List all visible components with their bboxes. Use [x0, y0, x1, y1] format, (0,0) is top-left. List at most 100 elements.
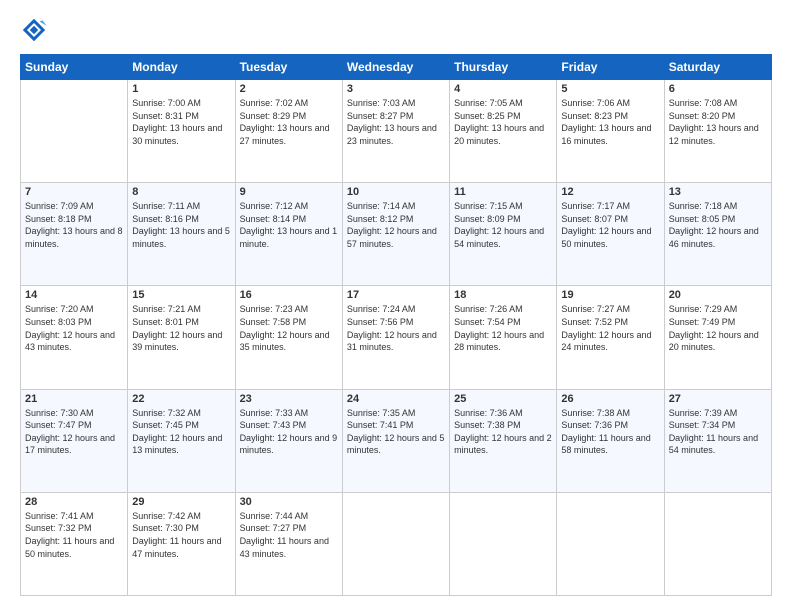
sunrise-text: Sunrise: 7:12 AM: [240, 200, 338, 213]
calendar-cell: 16 Sunrise: 7:23 AM Sunset: 7:58 PM Dayl…: [235, 286, 342, 389]
daylight-text: Daylight: 12 hours and 43 minutes.: [25, 329, 123, 354]
sunset-text: Sunset: 7:32 PM: [25, 522, 123, 535]
calendar-cell: 7 Sunrise: 7:09 AM Sunset: 8:18 PM Dayli…: [21, 183, 128, 286]
cell-info: Sunrise: 7:02 AM Sunset: 8:29 PM Dayligh…: [240, 97, 338, 147]
sunset-text: Sunset: 7:45 PM: [132, 419, 230, 432]
daylight-text: Daylight: 13 hours and 8 minutes.: [25, 225, 123, 250]
daylight-text: Daylight: 13 hours and 12 minutes.: [669, 122, 767, 147]
sunrise-text: Sunrise: 7:09 AM: [25, 200, 123, 213]
sunrise-text: Sunrise: 7:03 AM: [347, 97, 445, 110]
cell-info: Sunrise: 7:23 AM Sunset: 7:58 PM Dayligh…: [240, 303, 338, 353]
sunset-text: Sunset: 8:16 PM: [132, 213, 230, 226]
cell-info: Sunrise: 7:17 AM Sunset: 8:07 PM Dayligh…: [561, 200, 659, 250]
cell-info: Sunrise: 7:29 AM Sunset: 7:49 PM Dayligh…: [669, 303, 767, 353]
cell-info: Sunrise: 7:42 AM Sunset: 7:30 PM Dayligh…: [132, 510, 230, 560]
cell-info: Sunrise: 7:36 AM Sunset: 7:38 PM Dayligh…: [454, 407, 552, 457]
calendar-table: SundayMondayTuesdayWednesdayThursdayFrid…: [20, 54, 772, 596]
day-number: 1: [132, 83, 230, 95]
weekday-header-sunday: Sunday: [21, 55, 128, 80]
sunrise-text: Sunrise: 7:27 AM: [561, 303, 659, 316]
sunset-text: Sunset: 7:30 PM: [132, 522, 230, 535]
calendar-cell: 8 Sunrise: 7:11 AM Sunset: 8:16 PM Dayli…: [128, 183, 235, 286]
calendar-cell: 24 Sunrise: 7:35 AM Sunset: 7:41 PM Dayl…: [342, 389, 449, 492]
sunset-text: Sunset: 8:07 PM: [561, 213, 659, 226]
sunrise-text: Sunrise: 7:11 AM: [132, 200, 230, 213]
cell-info: Sunrise: 7:33 AM Sunset: 7:43 PM Dayligh…: [240, 407, 338, 457]
daylight-text: Daylight: 12 hours and 2 minutes.: [454, 432, 552, 457]
sunrise-text: Sunrise: 7:20 AM: [25, 303, 123, 316]
sunrise-text: Sunrise: 7:23 AM: [240, 303, 338, 316]
day-number: 22: [132, 393, 230, 405]
calendar-cell: 29 Sunrise: 7:42 AM Sunset: 7:30 PM Dayl…: [128, 492, 235, 595]
sunrise-text: Sunrise: 7:15 AM: [454, 200, 552, 213]
calendar-cell: 22 Sunrise: 7:32 AM Sunset: 7:45 PM Dayl…: [128, 389, 235, 492]
calendar-week-2: 7 Sunrise: 7:09 AM Sunset: 8:18 PM Dayli…: [21, 183, 772, 286]
day-number: 25: [454, 393, 552, 405]
sunset-text: Sunset: 8:09 PM: [454, 213, 552, 226]
calendar-cell: 28 Sunrise: 7:41 AM Sunset: 7:32 PM Dayl…: [21, 492, 128, 595]
calendar-cell: 5 Sunrise: 7:06 AM Sunset: 8:23 PM Dayli…: [557, 80, 664, 183]
daylight-text: Daylight: 11 hours and 43 minutes.: [240, 535, 338, 560]
weekday-header-row: SundayMondayTuesdayWednesdayThursdayFrid…: [21, 55, 772, 80]
calendar-cell: 19 Sunrise: 7:27 AM Sunset: 7:52 PM Dayl…: [557, 286, 664, 389]
sunrise-text: Sunrise: 7:14 AM: [347, 200, 445, 213]
calendar-cell: [21, 80, 128, 183]
day-number: 10: [347, 186, 445, 198]
daylight-text: Daylight: 12 hours and 39 minutes.: [132, 329, 230, 354]
calendar-cell: 18 Sunrise: 7:26 AM Sunset: 7:54 PM Dayl…: [450, 286, 557, 389]
sunset-text: Sunset: 8:20 PM: [669, 110, 767, 123]
weekday-header-saturday: Saturday: [664, 55, 771, 80]
sunrise-text: Sunrise: 7:21 AM: [132, 303, 230, 316]
daylight-text: Daylight: 12 hours and 46 minutes.: [669, 225, 767, 250]
sunrise-text: Sunrise: 7:30 AM: [25, 407, 123, 420]
sunset-text: Sunset: 8:05 PM: [669, 213, 767, 226]
weekday-header-wednesday: Wednesday: [342, 55, 449, 80]
cell-info: Sunrise: 7:08 AM Sunset: 8:20 PM Dayligh…: [669, 97, 767, 147]
daylight-text: Daylight: 12 hours and 17 minutes.: [25, 432, 123, 457]
cell-info: Sunrise: 7:05 AM Sunset: 8:25 PM Dayligh…: [454, 97, 552, 147]
cell-info: Sunrise: 7:11 AM Sunset: 8:16 PM Dayligh…: [132, 200, 230, 250]
calendar-cell: 26 Sunrise: 7:38 AM Sunset: 7:36 PM Dayl…: [557, 389, 664, 492]
cell-info: Sunrise: 7:00 AM Sunset: 8:31 PM Dayligh…: [132, 97, 230, 147]
daylight-text: Daylight: 12 hours and 50 minutes.: [561, 225, 659, 250]
daylight-text: Daylight: 11 hours and 54 minutes.: [669, 432, 767, 457]
day-number: 15: [132, 289, 230, 301]
cell-info: Sunrise: 7:03 AM Sunset: 8:27 PM Dayligh…: [347, 97, 445, 147]
calendar-cell: [450, 492, 557, 595]
day-number: 21: [25, 393, 123, 405]
sunset-text: Sunset: 7:34 PM: [669, 419, 767, 432]
day-number: 29: [132, 496, 230, 508]
sunset-text: Sunset: 8:12 PM: [347, 213, 445, 226]
cell-info: Sunrise: 7:35 AM Sunset: 7:41 PM Dayligh…: [347, 407, 445, 457]
daylight-text: Daylight: 12 hours and 54 minutes.: [454, 225, 552, 250]
weekday-header-thursday: Thursday: [450, 55, 557, 80]
day-number: 19: [561, 289, 659, 301]
sunrise-text: Sunrise: 7:26 AM: [454, 303, 552, 316]
cell-info: Sunrise: 7:14 AM Sunset: 8:12 PM Dayligh…: [347, 200, 445, 250]
sunrise-text: Sunrise: 7:02 AM: [240, 97, 338, 110]
cell-info: Sunrise: 7:20 AM Sunset: 8:03 PM Dayligh…: [25, 303, 123, 353]
cell-info: Sunrise: 7:26 AM Sunset: 7:54 PM Dayligh…: [454, 303, 552, 353]
daylight-text: Daylight: 12 hours and 20 minutes.: [669, 329, 767, 354]
day-number: 28: [25, 496, 123, 508]
sunrise-text: Sunrise: 7:06 AM: [561, 97, 659, 110]
sunrise-text: Sunrise: 7:38 AM: [561, 407, 659, 420]
daylight-text: Daylight: 11 hours and 58 minutes.: [561, 432, 659, 457]
calendar-cell: [342, 492, 449, 595]
calendar-cell: 6 Sunrise: 7:08 AM Sunset: 8:20 PM Dayli…: [664, 80, 771, 183]
day-number: 24: [347, 393, 445, 405]
calendar-cell: 3 Sunrise: 7:03 AM Sunset: 8:27 PM Dayli…: [342, 80, 449, 183]
day-number: 11: [454, 186, 552, 198]
day-number: 27: [669, 393, 767, 405]
cell-info: Sunrise: 7:32 AM Sunset: 7:45 PM Dayligh…: [132, 407, 230, 457]
calendar-week-3: 14 Sunrise: 7:20 AM Sunset: 8:03 PM Dayl…: [21, 286, 772, 389]
sunset-text: Sunset: 8:25 PM: [454, 110, 552, 123]
daylight-text: Daylight: 13 hours and 20 minutes.: [454, 122, 552, 147]
cell-info: Sunrise: 7:24 AM Sunset: 7:56 PM Dayligh…: [347, 303, 445, 353]
daylight-text: Daylight: 13 hours and 5 minutes.: [132, 225, 230, 250]
sunset-text: Sunset: 7:58 PM: [240, 316, 338, 329]
calendar-cell: [664, 492, 771, 595]
daylight-text: Daylight: 12 hours and 35 minutes.: [240, 329, 338, 354]
cell-info: Sunrise: 7:15 AM Sunset: 8:09 PM Dayligh…: [454, 200, 552, 250]
day-number: 17: [347, 289, 445, 301]
